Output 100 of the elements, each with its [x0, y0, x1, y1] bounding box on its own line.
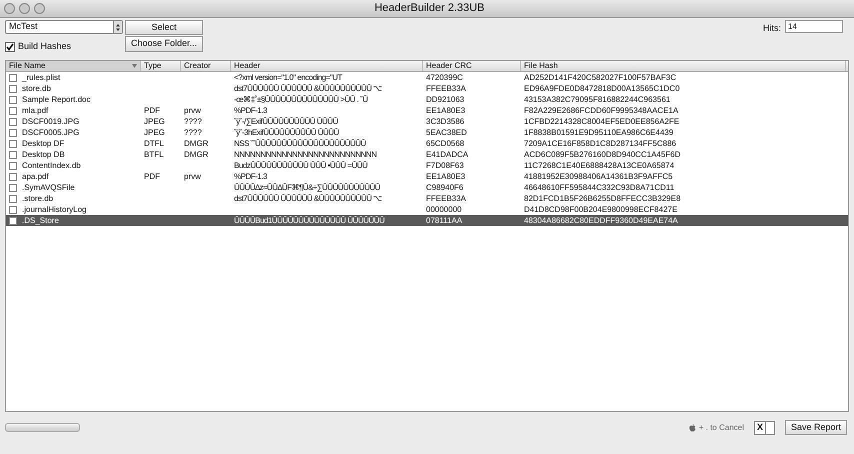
- row-checkbox[interactable]: [9, 184, 17, 192]
- cancel-hint: + . to Cancel: [698, 422, 744, 434]
- row-checkbox[interactable]: [9, 118, 17, 126]
- table-cell: Sample Report.doc: [22, 94, 90, 104]
- checkbox[interactable]: [5, 42, 15, 52]
- row-checkbox[interactable]: [9, 96, 17, 104]
- table-cell: D41D8CD98F00B204E9800998ECF8427E: [524, 204, 678, 214]
- table-row[interactable]: apa.pdf PDF prvw %PDF-1.3 EE1A80E3 41881952E30988406A14361B3F9AFFC5: [6, 171, 848, 182]
- table-cell: EE1A80E3: [426, 106, 466, 116]
- row-checkbox[interactable]: [9, 106, 17, 114]
- table-cell: Desktop DF: [22, 138, 64, 148]
- table-cell: DMGR: [184, 150, 208, 160]
- choose-folder-button[interactable]: Choose Folder...: [125, 36, 203, 52]
- table-cell: .store.db: [22, 194, 54, 204]
- table-row[interactable]: .journalHistoryLog 00000000 D41D8CD98F00B204E9800998ECF8427E: [6, 204, 848, 215]
- table-row[interactable]: ContentIndex.db BudzÛÛÛÛÛÛÛÛÛÛÛ ÛÛÛ •ÛÛÛ =ÛÛÛ F7D08F63 11C7268C1E40E6888428A13CE0A65874: [6, 160, 848, 171]
- table-row[interactable]: Desktop DF DTFL DMGR NSS ˘˘ÛÛÛÛÛÛÛÛÛÛÛÛÛÛÛÛÛÛÛÛÛ 65CD0568 7209A1CE16F858D1C8D287134FF5C886: [6, 138, 848, 149]
- table-cell: Desktop DB: [22, 150, 65, 160]
- column-header[interactable]: Header: [234, 61, 260, 71]
- table-cell: apa.pdf: [22, 172, 49, 182]
- table-cell: FFEEB33A: [426, 84, 466, 94]
- save-report-button[interactable]: Save Report: [785, 420, 847, 435]
- row-checkbox[interactable]: [9, 84, 17, 92]
- table-cell: ÛÛÛÛ∆z≈ÛÛ∆ÛF⌘¶Û&÷∑ÛÛÛÛÛÛÛÛÛÛÛ: [234, 182, 380, 192]
- table-cell: ˘ÿ˘-/∑ExifÛÛÛÛÛÛÛÛÛÛ ÛÛÛÛ: [234, 116, 338, 126]
- row-checkbox[interactable]: [9, 194, 17, 202]
- table-cell: ˘ÿ˘-3hExifÛÛÛÛÛÛÛÛÛÛ ÛÛÛÛ: [234, 128, 339, 138]
- table-cell: BudzÛÛÛÛÛÛÛÛÛÛÛ ÛÛÛ •ÛÛÛ =ÛÛÛ: [234, 160, 368, 170]
- table-cell: 5EAC38ED: [426, 128, 467, 138]
- window-title: HeaderBuilder 2.33UB: [374, 1, 485, 16]
- table-cell: DSCF0005.JPG: [22, 128, 80, 138]
- hits-label: Hits:: [763, 22, 781, 35]
- table-cell: _rules.plist: [22, 72, 60, 82]
- table-cell: 1F8838B01591E9D95110EA986C6E4439: [524, 128, 674, 138]
- table-cell: NNNNNNNNNNNNNNNNNNNNNNNNNNN: [234, 150, 376, 160]
- table-cell: 1CFBD2214328C8004EF5ED0EE856A2FE: [524, 116, 680, 126]
- column-header[interactable]: File Hash: [524, 61, 558, 71]
- table-cell: dst7ÛÛÛÛÛÛ ÛÛÛÛÛÛ &ÛÛÛÛÛÛÛÛÛÛ ⌥: [234, 194, 382, 204]
- zoom-icon[interactable]: [34, 3, 45, 14]
- table-row[interactable]: DSCF0005.JPG JPEG ???? ˘ÿ˘-3hExifÛÛÛÛÛÛÛÛÛÛ ÛÛÛÛ 5EAC38ED 1F8838B01591E9D95110EA986C6E4439: [6, 127, 848, 138]
- row-checkbox[interactable]: [9, 128, 17, 136]
- table-cell: ACD6C089F5B276160D8D940CC1A45F6D: [524, 150, 681, 160]
- hits-field[interactable]: 14: [785, 20, 843, 33]
- select-button[interactable]: Select: [125, 20, 203, 35]
- row-checkbox[interactable]: [9, 150, 17, 158]
- table-cell: EE1A80E3: [426, 172, 466, 182]
- table-cell: mla.pdf: [22, 106, 48, 116]
- table-cell: NSS ˘˘ÛÛÛÛÛÛÛÛÛÛÛÛÛÛÛÛÛÛÛÛÛ: [234, 138, 366, 148]
- table-cell: .DS_Store: [22, 216, 59, 226]
- row-checkbox[interactable]: [9, 172, 17, 180]
- table-cell: 078111AA: [426, 216, 462, 226]
- table-row[interactable]: Desktop DB BTFL DMGR NNNNNNNNNNNNNNNNNNNNNNNNNNN E41DADCA ACD6C089F5B276160D8D940CC1A45F6D: [6, 149, 848, 160]
- table-cell: DD921063: [426, 94, 464, 104]
- table-row[interactable]: DSCF0019.JPG JPEG ???? ˘ÿ˘-/∑ExifÛÛÛÛÛÛÛÛÛÛ ÛÛÛÛ 3C3D3586 1CFBD2214328C8004EF5ED0EE856A2FE: [6, 116, 848, 127]
- table-cell: .journalHistoryLog: [22, 204, 86, 214]
- row-checkbox[interactable]: [9, 140, 17, 148]
- table-cell: 4720399C: [426, 72, 463, 82]
- table-cell: JPEG: [144, 116, 165, 126]
- volume-popup[interactable]: McTest: [5, 20, 123, 34]
- table-cell: prvw: [184, 106, 201, 116]
- table-cell: DSCF0019.JPG: [22, 116, 80, 126]
- row-checkbox[interactable]: [9, 162, 17, 170]
- table-row[interactable]: Sample Report.doc -œ⌘‡˚±§ÛÛÛÛÛÛÛÛÛÛÛÛÛÛ >ÛÛ . ˜Û DD921063 43153A382C79095F816882244C963561: [6, 94, 848, 105]
- row-checkbox[interactable]: [9, 206, 17, 214]
- table-row[interactable]: .store.db dst7ÛÛÛÛÛÛ ÛÛÛÛÛÛ &ÛÛÛÛÛÛÛÛÛÛ ⌥ FFEEB33A 82D1FCD1B5F26B6255D8FFECC3B329E8: [6, 193, 848, 204]
- table-cell: ÛÛÛÛBud1ÛÛÛÛÛÛÛÛÛÛÛÛÛÛ ÛÛÛÛÛÛÛ: [234, 216, 384, 226]
- table-cell: 82D1FCD1B5F26B6255D8FFECC3B329E8: [524, 194, 681, 204]
- table-cell: BTFL: [144, 150, 164, 160]
- table-cell: C98940F6: [426, 182, 464, 192]
- minimize-icon[interactable]: [19, 3, 30, 14]
- table-cell: 00000000: [426, 204, 462, 214]
- column-header[interactable]: Header CRC: [426, 61, 472, 71]
- table-cell: DTFL: [144, 138, 164, 148]
- row-checkbox[interactable]: [9, 74, 17, 82]
- table-cell: PDF: [144, 172, 160, 182]
- close-icon[interactable]: [4, 3, 15, 14]
- apple-icon: [688, 424, 696, 432]
- column-header[interactable]: Type: [144, 61, 162, 71]
- table-cell: prvw: [184, 172, 201, 182]
- row-checkbox[interactable]: [9, 216, 17, 224]
- table-cell: -œ⌘‡˚±§ÛÛÛÛÛÛÛÛÛÛÛÛÛÛ >ÛÛ . ˜Û: [234, 94, 368, 104]
- table-cell: ????: [184, 128, 202, 138]
- column-header[interactable]: Creator: [184, 61, 211, 71]
- table-cell: F7D08F63: [426, 160, 464, 170]
- stepper-icon: [113, 21, 122, 33]
- table-cell: store.db: [22, 84, 51, 94]
- table-cell: 43153A382C79095F816882244C963561: [524, 94, 670, 104]
- table-row[interactable]: .SymAVQSFile ÛÛÛÛ∆z≈ÛÛ∆ÛF⌘¶Û&÷∑ÛÛÛÛÛÛÛÛÛÛÛ C98940F6 46648610FF595844C332C93D8A71CD11: [6, 182, 848, 193]
- table-row[interactable]: .DS_Store ÛÛÛÛBud1ÛÛÛÛÛÛÛÛÛÛÛÛÛÛ ÛÛÛÛÛÛÛ 078111AA 48304A86682C80EDDFF9360D49EAE74A: [6, 215, 848, 226]
- table-cell: %PDF-1.3: [234, 172, 267, 182]
- table-row[interactable]: mla.pdf PDF prvw %PDF-1.3 EE1A80E3 F82A229E2686FCDD60F9995348AACE1A: [6, 105, 848, 116]
- table-cell: JPEG: [144, 128, 165, 138]
- table-cell: PDF: [144, 106, 160, 116]
- table-row[interactable]: _rules.plist <?xml version="1.0" encoding="UT 4720399C AD252D141F420C582027F100F57BAF3C: [6, 72, 848, 83]
- table-cell: 11C7268C1E40E6888428A13CE0A65874: [524, 160, 674, 170]
- table-cell: dst7ÛÛÛÛÛÛ ÛÛÛÛÛÛ &ÛÛÛÛÛÛÛÛÛÛ ⌥: [234, 84, 382, 94]
- table-cell: F82A229E2686FCDD60F9995348AACE1A: [524, 106, 678, 116]
- table-cell: 65CD0568: [426, 138, 464, 148]
- table-cell: %PDF-1.3: [234, 106, 267, 116]
- table-row[interactable]: store.db dst7ÛÛÛÛÛÛ ÛÛÛÛÛÛ &ÛÛÛÛÛÛÛÛÛÛ ⌥ FFEEB33A ED96A9FDE0D8472818D00A13565C1DC0: [6, 83, 848, 94]
